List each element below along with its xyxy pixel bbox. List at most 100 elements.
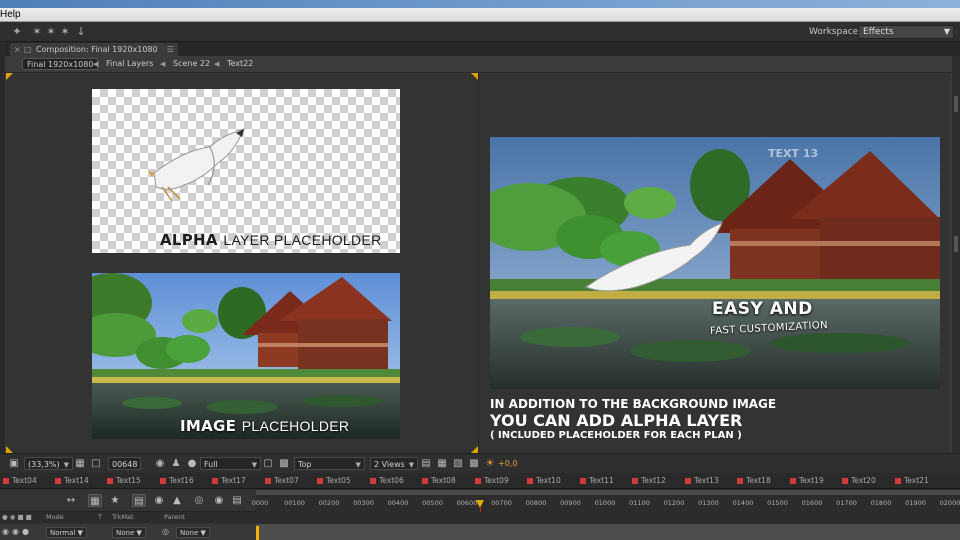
scroll-handle[interactable]: [954, 236, 958, 252]
label-color-swatch: [580, 478, 586, 484]
view-divider: [478, 73, 479, 453]
parent-pickwhip-icon[interactable]: ◎: [162, 528, 170, 536]
timeline-tab[interactable]: Text18: [736, 474, 771, 488]
frame-corner-marker: [471, 446, 478, 453]
timeline-icon[interactable]: ▧: [452, 457, 464, 470]
ruler-tick-label: 00500: [422, 499, 443, 507]
tools-toolbar: ✦ ✶ ✶ ✶ ↓ Workspace: Effects ▼: [0, 22, 960, 42]
auto-keyframe-icon[interactable]: ◉: [212, 494, 226, 507]
ruler-tick-label: 01400: [732, 499, 754, 507]
label-color-swatch: [107, 478, 113, 484]
switch-icons[interactable]: ● ◉ ■ ■: [2, 513, 32, 521]
label-color-swatch: [895, 478, 901, 484]
tab-composition[interactable]: × □ Composition: Final 1920x1080 ☰: [10, 43, 178, 56]
ruler-tick-label: 00900: [560, 499, 581, 507]
current-time-indicator[interactable]: [476, 500, 484, 508]
camera-snapshot-icon[interactable]: ◉: [154, 457, 166, 470]
3d-view-select[interactable]: Top ▼: [294, 457, 365, 470]
layer-track[interactable]: [256, 524, 960, 540]
menu-help[interactable]: Help: [0, 9, 21, 20]
label-color-swatch: [3, 478, 9, 484]
timeline-tab[interactable]: Text21: [894, 474, 929, 488]
chevron-down-icon: ▼: [408, 461, 415, 469]
ruler-tick-label: 00300: [353, 499, 374, 507]
timeline-tab[interactable]: Text15: [106, 474, 141, 488]
lock-icon[interactable]: □: [24, 43, 32, 56]
zoom-select[interactable]: (33,3%) ▼: [24, 457, 74, 470]
breadcrumb-item[interactable]: Final 1920x1080: [22, 58, 99, 70]
timeline-tab[interactable]: Text12: [631, 474, 666, 488]
breadcrumb-item[interactable]: Text22: [223, 58, 257, 70]
panel-menu-icon[interactable]: ☰: [167, 43, 174, 56]
audio-icon[interactable]: ◉: [12, 528, 20, 536]
transparency-grid-icon[interactable]: ▩: [278, 457, 290, 470]
safe-zones-icon[interactable]: □: [90, 457, 102, 470]
image-placeholder[interactable]: IMAGE PLACEHOLDER: [92, 273, 400, 439]
always-preview-icon[interactable]: ▣: [8, 457, 20, 470]
graph-editor-icon[interactable]: ◎: [192, 494, 206, 507]
timeline-tab[interactable]: Text17: [211, 474, 246, 488]
timeline-tab[interactable]: Text10: [526, 474, 561, 488]
alpha-layer-placeholder[interactable]: ALPHA LAYER PLACEHOLDER: [92, 89, 400, 253]
close-icon[interactable]: ×: [14, 43, 21, 56]
flowchart-icon[interactable]: ▩: [468, 457, 480, 470]
timeline-tab[interactable]: Text04: [2, 474, 37, 488]
puppet-pin-icon[interactable]: ✶: [30, 25, 44, 39]
timeline-tab[interactable]: Text06: [369, 474, 404, 488]
timeline-tab[interactable]: Text08: [421, 474, 456, 488]
timecode-field[interactable]: 00648: [108, 457, 142, 470]
mode-select[interactable]: Normal ▼: [46, 527, 87, 538]
shy-layers-icon[interactable]: ★: [108, 494, 122, 507]
timeline-tab[interactable]: Text05: [316, 474, 351, 488]
timeline-controls: ↔ ▦ ★ ▤ ◉ ▲ ◎ ◉ ▤ 0000 00100 00200 00300 004…: [0, 489, 960, 512]
exposure-icon[interactable]: ☀: [484, 457, 496, 470]
draft-3d-icon[interactable]: ▦: [88, 494, 102, 507]
ruler-tick-label: 00100: [284, 499, 305, 507]
timeline-tab[interactable]: Text11: [579, 474, 614, 488]
timeline-layer-row[interactable]: ◉ ◉ ● Normal ▼ None ▼ ◎ None ▼: [0, 524, 960, 540]
timeline-tab[interactable]: Text16: [159, 474, 194, 488]
graph-toggle-icon[interactable]: ▤: [230, 494, 244, 507]
toggle-pixel-aspect-icon[interactable]: ▤: [420, 457, 432, 470]
fast-previews-icon[interactable]: ▦: [436, 457, 448, 470]
motion-blur-icon[interactable]: ◉: [152, 494, 166, 507]
label-color-swatch: [685, 478, 691, 484]
timeline-tab[interactable]: Text14: [54, 474, 89, 488]
pin-tool-icon[interactable]: ✦: [10, 25, 24, 39]
breadcrumb-item[interactable]: Scene 22: [169, 58, 214, 70]
channel-icon[interactable]: ●: [186, 457, 198, 470]
right-panel-edge[interactable]: [952, 56, 960, 453]
breadcrumb-item[interactable]: Final Layers: [102, 58, 157, 70]
show-snapshot-icon[interactable]: ♟: [170, 457, 182, 470]
composition-viewer[interactable]: ALPHA LAYER PLACEHOLDER IMAGE PLACEHOLDE…: [6, 73, 950, 453]
work-area-bar[interactable]: [256, 490, 960, 495]
time-ruler[interactable]: 0000 00100 00200 00300 00400 00500 00600 00700 0…: [252, 489, 960, 512]
grid-icon[interactable]: ▦: [74, 457, 86, 470]
puppet-overlap-icon[interactable]: ✶: [44, 25, 58, 39]
composite-preview[interactable]: TEXT 13 EASY AND FAST CUSTOMIZATION: [490, 137, 940, 389]
workspace-select[interactable]: Effects ▼: [858, 25, 954, 39]
arrow-tool-icon[interactable]: ↓: [74, 25, 88, 39]
eye-icon[interactable]: ◉: [2, 528, 10, 536]
region-of-interest-icon[interactable]: ▢: [262, 457, 274, 470]
resolution-select[interactable]: Full ▼: [200, 457, 262, 470]
ruler-tick-label: 01800: [870, 499, 892, 507]
frame-blending-icon[interactable]: ▤: [132, 494, 146, 507]
scroll-handle[interactable]: [954, 96, 958, 112]
timeline-column-headers: ● ◉ ■ ■ Mode T TrkMat Parent: [0, 512, 960, 524]
timeline-tab[interactable]: Text20: [841, 474, 876, 488]
puppet-starch-icon[interactable]: ✶: [58, 25, 72, 39]
exposure-value[interactable]: +0,0: [498, 457, 517, 470]
seagull-image: [148, 128, 245, 202]
timeline-tab[interactable]: Text07: [264, 474, 299, 488]
layer-in-point-bar[interactable]: [256, 526, 259, 540]
trkmat-select[interactable]: None ▼: [112, 527, 146, 538]
brainstorm-icon[interactable]: ▲: [170, 494, 184, 507]
view-layout-select[interactable]: 2 Views ▼: [370, 457, 419, 470]
timeline-tab[interactable]: Text13: [684, 474, 719, 488]
timeline-tab[interactable]: Text19: [789, 474, 824, 488]
comp-mini-flowchart-icon[interactable]: ↔: [64, 494, 78, 507]
parent-select[interactable]: None ▼: [176, 527, 210, 538]
solo-icon[interactable]: ●: [22, 528, 30, 536]
timeline-tab[interactable]: Text09: [474, 474, 509, 488]
